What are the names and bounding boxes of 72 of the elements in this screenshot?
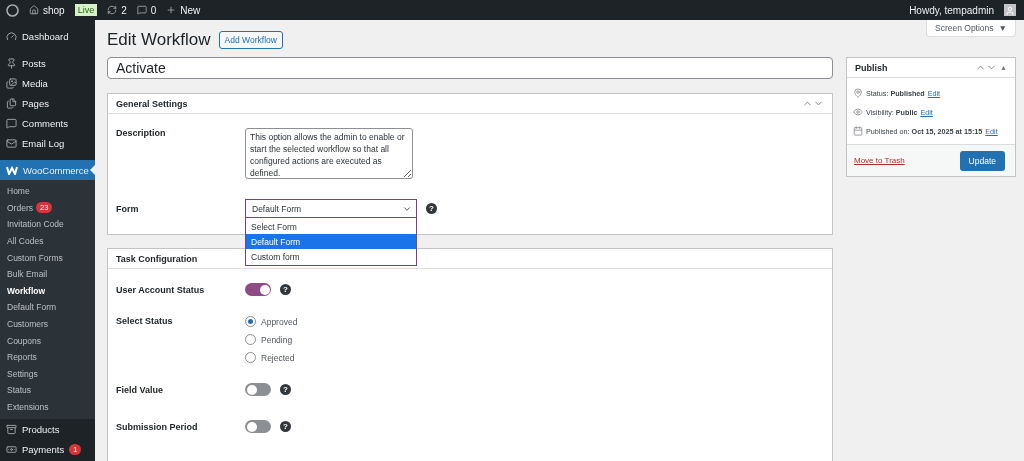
field-label: Select Status <box>116 316 174 326</box>
radio-label: Pending <box>261 334 293 345</box>
sidebar-item[interactable]: Pages <box>0 93 95 113</box>
field-label: Field Value <box>116 384 165 395</box>
dropdown-option[interactable]: Default Form <box>246 234 416 249</box>
live-badge: Live <box>74 4 98 16</box>
toggle-switch[interactable] <box>245 420 271 433</box>
submenu-item[interactable]: Coupons <box>0 332 95 349</box>
radio-label: Approved <box>261 316 298 327</box>
update-button[interactable]: Update <box>959 150 1005 171</box>
submenu-item[interactable]: Status <box>0 382 95 399</box>
sidebar-item[interactable]: Dashboard <box>0 26 95 46</box>
sidebar-item[interactable]: Email Log <box>0 133 95 153</box>
field-label: User Account Status <box>116 284 206 295</box>
help-icon[interactable]: ? <box>280 384 291 395</box>
home-icon <box>29 5 39 15</box>
field-label: Description <box>116 128 167 138</box>
screen-options-button[interactable]: Screen Options ▼ <box>926 20 1016 37</box>
title-field[interactable]: Activate <box>107 57 833 79</box>
images-icon <box>6 77 17 89</box>
greeting-link[interactable]: Howdy, tempadmin <box>909 4 994 16</box>
site-link[interactable]: shop <box>29 4 65 16</box>
logo-icon[interactable] <box>6 3 19 17</box>
calendar-icon <box>853 126 863 136</box>
pin-icon <box>853 88 863 98</box>
submenu-item[interactable]: Custom Forms <box>0 249 95 266</box>
mail-icon <box>6 137 17 149</box>
submenu-item[interactable]: Reports <box>0 348 95 366</box>
comments-link[interactable]: 0 <box>136 4 157 16</box>
banknote-icon <box>6 443 17 455</box>
plus-icon <box>166 5 177 15</box>
sidebar-item[interactable]: WooCommerce <box>0 160 95 180</box>
submenu-item[interactable]: Invitation Code <box>0 216 95 233</box>
eye-icon <box>853 107 863 117</box>
submenu-item[interactable]: Workflow <box>0 282 95 300</box>
sidebar-item[interactable]: Comments <box>0 113 95 133</box>
panel-title: Publish <box>855 62 888 73</box>
trash-link[interactable]: Move to Trash <box>854 156 905 165</box>
help-icon[interactable]: ? <box>280 284 291 295</box>
comment-icon <box>6 117 17 129</box>
page-title: Edit Workflow <box>107 30 211 50</box>
sidebar-item[interactable]: Posts <box>0 53 95 73</box>
help-icon[interactable]: ? <box>426 203 437 214</box>
pages-icon <box>6 97 17 109</box>
submenu-item[interactable]: Extensions <box>0 398 95 416</box>
sidebar-item[interactable]: Media <box>0 73 95 93</box>
archive-icon <box>6 423 17 435</box>
add-workflow-button[interactable]: Add Workflow <box>218 31 283 49</box>
panel-title: Task Configuration <box>116 253 198 264</box>
refresh-icon <box>107 5 118 15</box>
radio-label: Rejected <box>261 352 295 363</box>
sidebar-item[interactable]: Products <box>0 419 95 440</box>
zigzag-icon <box>6 165 18 175</box>
gauge-icon <box>6 30 17 42</box>
description-field[interactable]: This option allows the admin to enable or start the selected workflow so that all configured actions are executed as defined. <box>245 128 413 179</box>
field-label: Submission Period <box>116 421 199 432</box>
submenu-item[interactable]: All Codes <box>0 232 95 250</box>
updates-link[interactable]: 2 <box>107 4 127 16</box>
submenu-item[interactable]: Home <box>0 183 95 200</box>
help-icon[interactable]: ? <box>280 421 291 432</box>
pin-icon <box>6 57 17 69</box>
submenu-item[interactable]: Customers <box>0 315 95 333</box>
submenu-item[interactable]: Bulk Email <box>0 265 95 283</box>
submenu-item[interactable]: Default Form <box>0 299 95 316</box>
avatar-icon <box>1004 4 1016 16</box>
field-label: Form <box>116 203 140 214</box>
new-link[interactable]: New <box>166 4 201 16</box>
panel-title: General Settings <box>116 98 188 109</box>
toggle-switch[interactable] <box>245 383 271 396</box>
comment-icon <box>136 5 147 15</box>
toggle-switch[interactable] <box>245 283 271 296</box>
submenu-item[interactable]: Settings <box>0 365 95 383</box>
